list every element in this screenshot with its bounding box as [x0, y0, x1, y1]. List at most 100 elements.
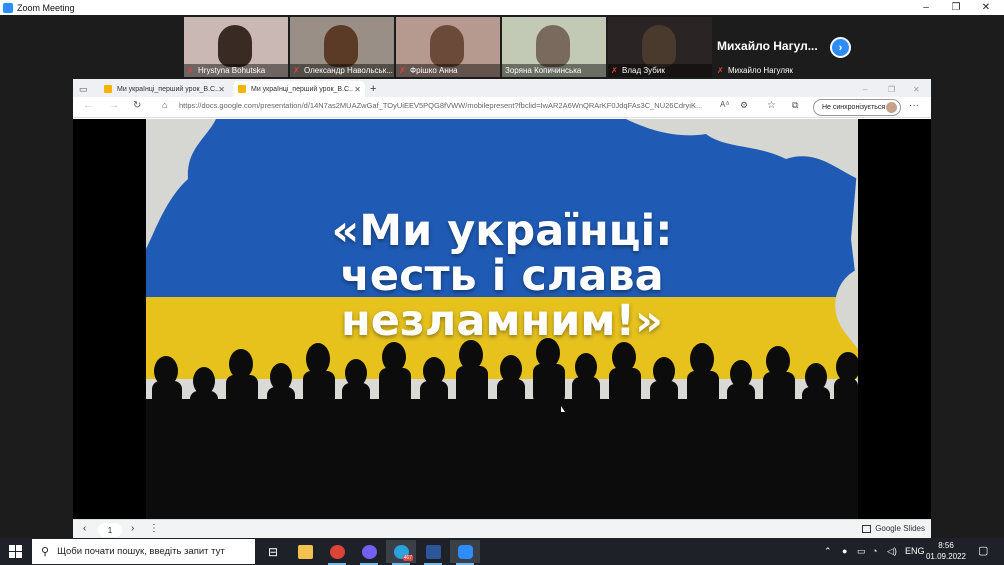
next-slide-button[interactable]: ›	[131, 523, 134, 534]
participant-tile[interactable]: ✗ Hrystyna Bohutska	[184, 17, 288, 77]
participant-name: Hrystyna Bohutska	[198, 66, 266, 75]
sync-status-label: Не синхронізується	[822, 104, 886, 111]
telegram-badge: 467	[402, 555, 413, 561]
zoom-app-icon	[3, 2, 13, 13]
muted-mic-icon: ✗	[611, 66, 618, 75]
avatar	[886, 102, 897, 113]
participant-tile[interactable]: ✗ Олександр Навольськ...	[290, 17, 394, 77]
close-button[interactable]: ✕	[971, 0, 1001, 15]
participant-name: Фрішко Анна	[410, 66, 458, 75]
featured-participant-title: Михайло Нагул...	[717, 39, 818, 53]
notifications-icon[interactable]: ▢	[978, 544, 988, 557]
browser-restore-button[interactable]: ❐	[888, 81, 895, 97]
read-aloud-icon[interactable]: Aᐞ	[720, 100, 730, 109]
slide-title-line-3: незламним!»	[341, 296, 663, 346]
minimize-button[interactable]: –	[911, 0, 941, 15]
participant-tile[interactable]: ✗ Влад Зубик	[608, 17, 712, 77]
participant-silhouette	[430, 25, 464, 67]
muted-mic-icon: ✗	[293, 66, 300, 75]
participant-namebar: ✗ Hrystyna Bohutska	[184, 64, 288, 77]
google-slides-link[interactable]: Google Slides	[862, 524, 925, 533]
maximize-button[interactable]: ❐	[941, 0, 971, 15]
google-slides-label: Google Slides	[875, 524, 925, 533]
favorites-icon[interactable]: ☆	[767, 100, 776, 111]
muted-mic-icon: ✗	[717, 66, 724, 75]
system-clock[interactable]: 8:56 01.09.2022	[924, 540, 968, 562]
zoom-title-bar: Zoom Meeting – ❐ ✕	[0, 0, 1004, 15]
muted-mic-icon: ✗	[399, 66, 406, 75]
muted-mic-icon: ✗	[187, 66, 194, 75]
previous-slide-button[interactable]: ‹	[83, 523, 86, 534]
browser-tab-2[interactable]: Ми українці_перший урок_В.С.. ✕	[233, 81, 365, 97]
tab-close-icon[interactable]: ✕	[218, 85, 225, 94]
featured-participant-tile[interactable]: Михайло Нагул... ✗ Михайло Нагуляк	[713, 17, 823, 77]
browser-close-button[interactable]: ✕	[913, 81, 920, 97]
slide-title-line-2: честь і слава	[340, 251, 664, 301]
language-indicator[interactable]: ENG	[905, 546, 925, 556]
participant-silhouette	[642, 25, 676, 67]
back-arrow-icon[interactable]: ←	[83, 100, 93, 111]
browser-minimize-button[interactable]: –	[863, 81, 867, 97]
mouse-cursor	[561, 406, 565, 412]
tab-actions-icon[interactable]: ▭	[79, 81, 89, 97]
slides-navigation-bar: ‹ 1 › ⋮ Google Slides	[73, 519, 931, 539]
tab-label: Ми українці_перший урок_В.С..	[251, 85, 353, 93]
slide: «Ми українці: честь і слава незламним!»	[146, 119, 858, 519]
viber-icon[interactable]	[354, 540, 384, 565]
slide-title: «Ми українці: честь і слава незламним!»	[146, 209, 858, 344]
participant-tile[interactable]: Зоряна Копичинська	[502, 17, 606, 77]
participant-namebar: ✗ Влад Зубик	[608, 64, 712, 77]
participant-name: Зоряна Копичинська	[505, 66, 582, 75]
zoom-icon[interactable]	[450, 540, 480, 565]
collections-icon[interactable]: ⧉	[792, 100, 798, 111]
slides-favicon	[104, 85, 112, 93]
browser-tab-1[interactable]: Ми українці_перший урок_В.С.. ✕	[99, 81, 229, 97]
more-menu-icon[interactable]: ···	[909, 100, 919, 111]
participant-namebar: ✗ Олександр Навольськ...	[290, 64, 394, 77]
browser-tab-bar: ▭ Ми українці_перший урок_В.С.. ✕ Ми укр…	[73, 79, 931, 97]
volume-icon[interactable]: ◁)	[887, 546, 897, 557]
task-view-icon[interactable]: ⊟	[258, 540, 288, 563]
show-hidden-icons-icon[interactable]: ⌃	[824, 546, 832, 557]
reload-icon[interactable]: ↻	[133, 100, 141, 111]
participant-silhouette	[536, 25, 570, 67]
windows-start-icon[interactable]	[9, 545, 22, 558]
extension-icon[interactable]: ⚙	[740, 100, 748, 111]
search-placeholder: Щоби почати пошук, введіть запит тут	[57, 546, 225, 557]
slide-number[interactable]: 1	[98, 523, 122, 537]
forward-arrow-icon[interactable]: →	[109, 100, 119, 111]
participant-name: Олександр Навольськ...	[304, 66, 393, 75]
url-text[interactable]: https://docs.google.com/presentation/d/1…	[179, 101, 702, 110]
lock-icon[interactable]: ⌂	[162, 100, 167, 110]
slide-title-line-1: «Ми українці:	[331, 206, 673, 256]
slides-logo-icon	[862, 524, 872, 533]
chrome-icon[interactable]	[322, 540, 352, 565]
wifi-icon[interactable]: ◔	[872, 546, 877, 556]
battery-icon[interactable]: ▭	[857, 546, 866, 557]
clock-time: 8:56	[938, 541, 954, 550]
participant-silhouette	[324, 25, 358, 67]
featured-participant-namebar: ✗ Михайло Нагуляк	[717, 66, 793, 75]
profile-sync-button[interactable]: Не синхронізується	[813, 99, 901, 116]
slides-favicon	[238, 85, 246, 93]
slides-options-icon[interactable]: ⋮	[149, 523, 159, 534]
participant-namebar: ✗ Фрішко Анна	[396, 64, 500, 77]
word-icon[interactable]	[418, 540, 448, 565]
address-bar: ← → ↻ ⌂ https://docs.google.com/presenta…	[73, 97, 931, 118]
participant-namebar: Зоряна Копичинська	[502, 64, 606, 77]
shared-browser-window: ▭ Ми українці_перший урок_В.С.. ✕ Ми укр…	[73, 79, 931, 539]
participant-tile[interactable]: ✗ Фрішко Анна	[396, 17, 500, 77]
file-explorer-icon[interactable]	[290, 540, 320, 563]
participant-silhouette	[218, 25, 252, 67]
search-icon: ⚲	[41, 546, 50, 558]
tab-label: Ми українці_перший урок_В.С..	[117, 85, 219, 93]
participant-name: Влад Зубик	[622, 66, 665, 75]
new-tab-button[interactable]: +	[370, 81, 376, 97]
tab-close-icon[interactable]: ✕	[354, 85, 361, 94]
taskbar-search-box[interactable]: ⚲ Щоби почати пошук, введіть запит тут	[32, 539, 255, 564]
featured-participant-name: Михайло Нагуляк	[728, 66, 793, 75]
clock-date: 01.09.2022	[925, 552, 967, 561]
telegram-icon[interactable]: 467	[386, 540, 416, 565]
microphone-icon[interactable]: ●	[842, 546, 847, 556]
next-participants-button[interactable]: ›	[830, 37, 851, 58]
